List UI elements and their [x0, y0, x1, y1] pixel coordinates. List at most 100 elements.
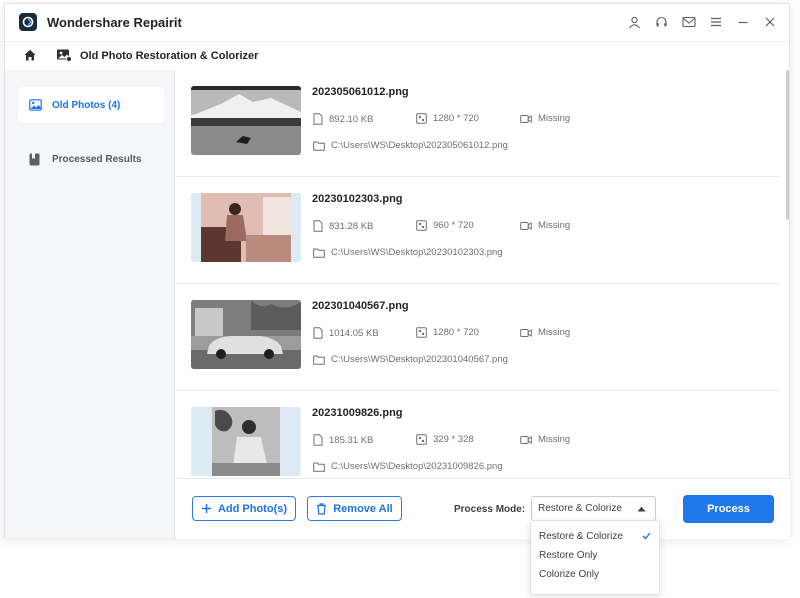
option-label: Restore & Colorize [539, 531, 623, 542]
process-mode-select[interactable]: Restore & Colorize [531, 496, 656, 521]
file-name: 20231009826.png [312, 407, 403, 419]
file-size-value: 831.28 KB [329, 220, 374, 232]
file-path: C:\Users\WS\Desktop\20230102303.png [313, 247, 503, 258]
file-resolution-value: 1280 * 720 [433, 327, 479, 338]
bookmark-icon [29, 152, 43, 166]
resolution-icon [416, 220, 427, 231]
mail-icon[interactable] [675, 10, 702, 34]
file-size: 1014.05 KB [313, 327, 379, 339]
home-icon[interactable] [23, 48, 37, 67]
file-name: 202305061012.png [312, 86, 409, 98]
file-path: C:\Users\WS\Desktop\20231009826.png [313, 461, 503, 472]
add-photos-button[interactable]: Add Photo(s) [192, 496, 296, 521]
breadcrumb: Old Photo Restoration & Colorizer [5, 42, 789, 70]
video-icon [520, 328, 532, 337]
list-item[interactable]: 20230102303.png 831.28 KB 960 * 720 Miss… [176, 177, 780, 284]
app-window: Wondershare Repairit Old Photo Restorati… [4, 3, 790, 539]
dropdown-option-colorize-only[interactable]: Colorize Only [531, 565, 659, 584]
option-label: Restore Only [539, 550, 598, 561]
file-resolution-value: 960 * 720 [433, 220, 474, 231]
photo-thumbnail [191, 300, 301, 369]
dropdown-option-restore-colorize[interactable]: Restore & Colorize [531, 527, 659, 546]
photo-thumbnail [191, 407, 301, 476]
breadcrumb-title: Old Photo Restoration & Colorizer [80, 50, 259, 62]
list-item[interactable]: 202305061012.png 892.10 KB 1280 * 720 Mi… [176, 70, 780, 177]
file-video-value: Missing [538, 113, 571, 124]
folder-icon [313, 248, 325, 258]
folder-icon [313, 462, 325, 472]
file-video-value: Missing [538, 327, 571, 338]
process-mode-value: Restore & Colorize [538, 503, 622, 514]
file-video-status: Missing [520, 220, 570, 231]
file-video-value: Missing [538, 434, 571, 445]
file-size-value: 1014.05 KB [329, 327, 379, 339]
menu-icon[interactable] [702, 10, 729, 34]
add-photos-label: Add Photo(s) [217, 502, 288, 515]
checkmark-icon [642, 532, 651, 540]
video-icon [520, 221, 532, 230]
image-icon [29, 98, 43, 112]
headset-icon[interactable] [648, 10, 675, 34]
action-bar: Add Photo(s) Remove All Process Mode: Re… [176, 478, 790, 539]
process-mode-dropdown: Restore & Colorize Restore Only Colorize… [530, 520, 660, 595]
sidebar-item-old-photos[interactable]: Old Photos (4) [18, 87, 164, 123]
minimize-icon[interactable] [729, 10, 756, 34]
window-controls [621, 10, 783, 34]
video-icon [520, 435, 532, 444]
caret-up-icon [637, 506, 646, 511]
plus-icon [201, 504, 211, 513]
file-icon [313, 113, 323, 125]
scrollbar[interactable] [786, 70, 789, 220]
file-path-value: C:\Users\WS\Desktop\20230102303.png [331, 247, 503, 258]
file-path-value: C:\Users\WS\Desktop\20231009826.png [331, 461, 503, 472]
file-path-value: C:\Users\WS\Desktop\202305061012.png [331, 140, 508, 151]
file-resolution: 1280 * 720 [416, 113, 479, 124]
process-button[interactable]: Process [683, 495, 774, 523]
close-icon[interactable] [756, 10, 783, 34]
file-video-status: Missing [520, 113, 570, 124]
file-resolution-value: 1280 * 720 [433, 113, 479, 124]
sidebar-item-processed-results[interactable]: Processed Results [18, 141, 164, 177]
remove-all-label: Remove All [333, 502, 393, 515]
file-icon [313, 434, 323, 446]
file-resolution: 329 * 328 [416, 434, 474, 445]
title-bar: Wondershare Repairit [5, 4, 789, 40]
file-resolution: 960 * 720 [416, 220, 474, 231]
folder-icon [313, 355, 325, 365]
sidebar-item-label: Processed Results [52, 153, 142, 165]
file-icon [313, 327, 323, 339]
sidebar: Old Photos (4) Processed Results [5, 70, 175, 538]
file-size: 831.28 KB [313, 220, 373, 232]
option-label: Colorize Only [539, 569, 600, 580]
sidebar-item-label: Old Photos (4) [52, 99, 121, 111]
file-path: C:\Users\WS\Desktop\202305061012.png [313, 140, 508, 151]
resolution-icon [416, 327, 427, 338]
remove-all-button[interactable]: Remove All [307, 496, 402, 521]
file-name: 20230102303.png [312, 193, 403, 205]
file-path: C:\Users\WS\Desktop\202301040567.png [313, 354, 508, 365]
app-title: Wondershare Repairit [47, 15, 182, 30]
photo-thumbnail [191, 86, 301, 155]
video-icon [520, 114, 532, 123]
resolution-icon [416, 434, 427, 445]
file-size: 892.10 KB [313, 113, 373, 125]
dropdown-option-restore-only[interactable]: Restore Only [531, 546, 659, 565]
app-logo-icon [19, 13, 37, 31]
file-size: 185.31 KB [313, 434, 373, 446]
file-resolution-value: 329 * 328 [433, 434, 474, 445]
file-size-value: 892.10 KB [329, 113, 374, 125]
file-video-status: Missing [520, 327, 570, 338]
list-item[interactable]: 20231009826.png 185.31 KB 329 * 328 Miss… [176, 391, 780, 478]
file-video-status: Missing [520, 434, 570, 445]
file-video-value: Missing [538, 220, 571, 231]
user-icon[interactable] [621, 10, 648, 34]
process-mode-label: Process Mode: [454, 504, 526, 515]
file-path-value: C:\Users\WS\Desktop\202301040567.png [331, 354, 508, 365]
list-item[interactable]: 202301040567.png 1014.05 KB 1280 * 720 M… [176, 284, 780, 391]
trash-icon [317, 502, 327, 515]
photo-thumbnail [191, 193, 301, 262]
photo-restore-icon [56, 48, 72, 67]
folder-icon [313, 141, 325, 151]
file-icon [313, 220, 323, 232]
resolution-icon [416, 113, 427, 124]
